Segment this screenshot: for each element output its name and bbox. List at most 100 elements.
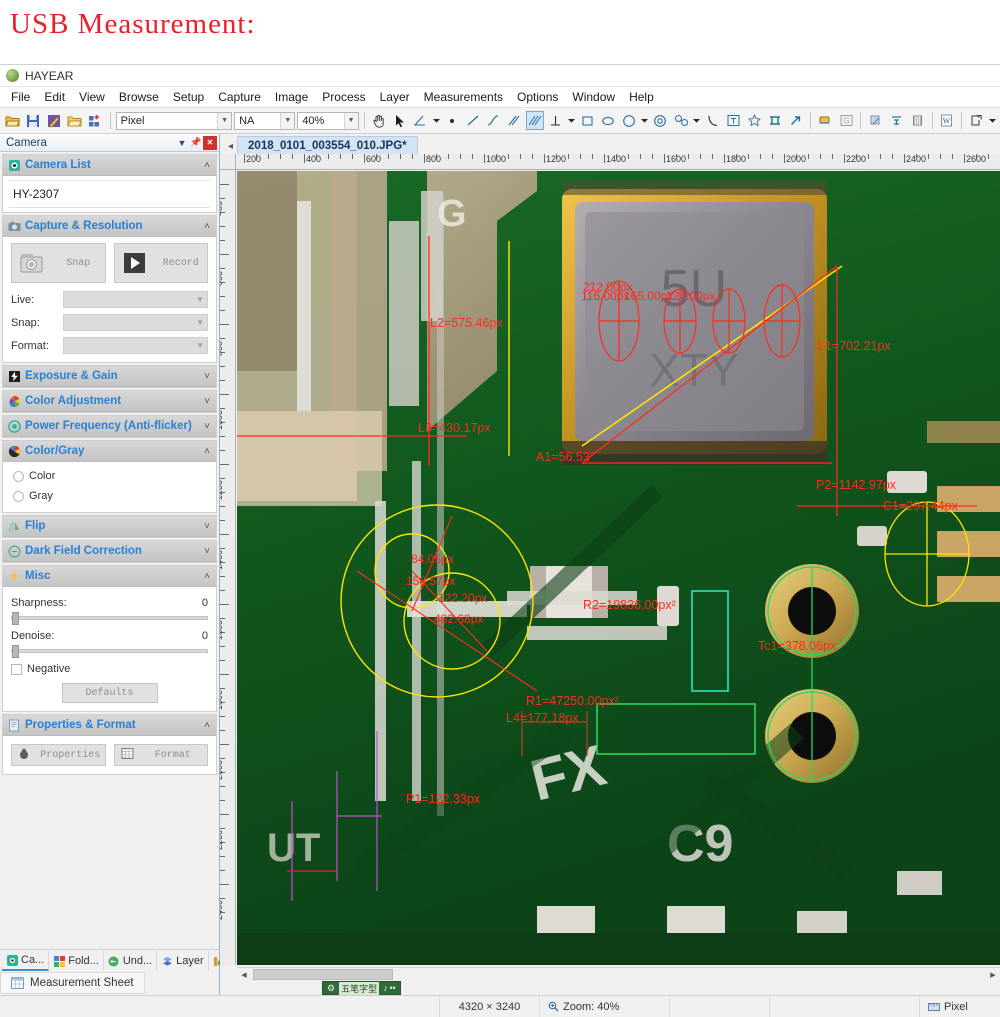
menu-process[interactable]: Process [315, 88, 372, 106]
measurement-sheet-tab[interactable]: Measurement Sheet [0, 972, 145, 994]
record-button[interactable]: Record [114, 243, 209, 283]
dock-tab-folder[interactable]: Fold... [49, 951, 104, 971]
menu-window[interactable]: Window [565, 88, 622, 106]
color-fill-icon[interactable] [816, 111, 835, 130]
polygon-star-icon[interactable] [745, 111, 764, 130]
pin-icon[interactable]: 📌 [189, 136, 203, 150]
menu-layer[interactable]: Layer [373, 88, 417, 106]
group-header-dark-field[interactable]: Dark Field Correction ˅ [3, 541, 216, 562]
snap-button[interactable]: Snap [11, 243, 106, 283]
calibrate-icon[interactable] [866, 111, 885, 130]
group-header-power-frequency[interactable]: Power Frequency (Anti-flicker) ˅ [3, 416, 216, 437]
group-header-camera-list[interactable]: Camera List ˄ [3, 155, 216, 176]
perpendicular-icon[interactable] [546, 111, 565, 130]
group-header-exposure-gain[interactable]: Exposure & Gain ˅ [3, 366, 216, 387]
menu-file[interactable]: File [4, 88, 37, 106]
circle-dropdown-icon[interactable] [640, 111, 649, 130]
properties-button[interactable]: Properties [11, 744, 106, 766]
select-arrow-icon[interactable] [390, 111, 409, 130]
scroll-left-arrow-icon[interactable]: ◀ [237, 968, 251, 982]
menu-view[interactable]: View [72, 88, 112, 106]
grayscale-g-icon[interactable]: G [837, 111, 856, 130]
parallel-lines-icon[interactable] [505, 111, 524, 130]
chevron-up-icon[interactable]: ˄ [204, 720, 212, 731]
menu-setup[interactable]: Setup [166, 88, 211, 106]
browse-folder-icon[interactable] [65, 111, 84, 130]
group-header-flip[interactable]: Flip ˅ [3, 516, 216, 537]
delete-all-icon[interactable] [908, 111, 927, 130]
snap-resolution-combo[interactable]: ▼ [63, 314, 208, 331]
arrow-icon[interactable] [786, 111, 805, 130]
point-icon[interactable] [443, 111, 462, 130]
ime-tools-icon[interactable]: ♪ •• [383, 983, 396, 993]
zoom-combo[interactable]: 40% ▼ [297, 112, 358, 130]
dropdown-icon[interactable]: ▼ [175, 136, 189, 150]
unit-combo[interactable]: Pixel ▼ [116, 112, 232, 130]
pan-hand-icon[interactable] [370, 111, 389, 130]
chevron-down-icon[interactable]: ˅ [204, 371, 212, 382]
camera-list-item[interactable]: HY-2307 [9, 180, 210, 208]
horizontal-scrollbar[interactable]: ◀ ▶ [237, 967, 1000, 981]
format-combo[interactable]: ▼ [63, 337, 208, 354]
text-icon[interactable] [724, 111, 743, 130]
new-grid-icon[interactable] [86, 111, 105, 130]
image-canvas[interactable]: 5U XTY [237, 171, 1000, 965]
copy-icon[interactable] [967, 111, 986, 130]
live-resolution-combo[interactable]: ▼ [63, 291, 208, 308]
annulus-icon[interactable] [651, 111, 670, 130]
ellipse-icon[interactable] [599, 111, 618, 130]
scale-bar-icon[interactable] [766, 111, 785, 130]
denoise-slider[interactable] [11, 649, 208, 653]
chevron-down-icon[interactable]: ˅ [204, 421, 212, 432]
two-circles-icon[interactable] [672, 111, 691, 130]
negative-checkbox[interactable]: Negative [11, 663, 208, 675]
menu-image[interactable]: Image [268, 88, 315, 106]
chevron-down-icon[interactable]: ˅ [204, 521, 212, 532]
menu-capture[interactable]: Capture [211, 88, 268, 106]
camera-panel-scroll[interactable]: Camera List ˄ HY-2307 Capture & Resoluti… [0, 152, 219, 949]
save-icon[interactable] [24, 111, 43, 130]
document-tab[interactable]: 2018_0101_003554_010.JPG* [237, 136, 418, 154]
multi-parallel-icon[interactable] [526, 111, 545, 130]
calibration-combo[interactable]: NA ▼ [234, 112, 295, 130]
dock-tab-undo[interactable]: Und... [104, 951, 157, 971]
chevron-up-icon[interactable]: ˄ [204, 571, 212, 582]
open-folder-icon[interactable] [3, 111, 22, 130]
chevron-down-icon[interactable]: ˅ [204, 546, 212, 557]
group-header-properties-format[interactable]: Properties & Format ˄ [3, 715, 216, 736]
line-icon[interactable] [463, 111, 482, 130]
perpendicular-dropdown-icon[interactable] [567, 111, 576, 130]
save-as-icon[interactable] [44, 111, 63, 130]
dock-tab-layer[interactable]: Layer [157, 951, 209, 971]
chevron-up-icon[interactable]: ˄ [204, 160, 212, 171]
two-circles-dropdown-icon[interactable] [692, 111, 701, 130]
menu-measurements[interactable]: Measurements [417, 88, 510, 106]
circle-icon[interactable] [619, 111, 638, 130]
tab-left-icon[interactable]: ◂ [228, 141, 237, 154]
chevron-up-icon[interactable]: ˄ [204, 221, 212, 232]
angle-dropdown-icon[interactable] [432, 111, 441, 130]
radio-gray[interactable]: Gray [11, 486, 208, 506]
scroll-right-arrow-icon[interactable]: ▶ [986, 968, 1000, 982]
slider-thumb[interactable] [12, 645, 19, 658]
rectangle-icon[interactable] [578, 111, 597, 130]
sharpness-slider[interactable] [11, 616, 208, 620]
dock-tab-camera[interactable]: Ca... [2, 951, 49, 971]
scrollbar-thumb[interactable] [253, 969, 393, 980]
menu-options[interactable]: Options [510, 88, 565, 106]
radio-color[interactable]: Color [11, 466, 208, 486]
chevron-down-icon[interactable]: ˅ [204, 396, 212, 407]
ime-switch-icon[interactable]: ⚙ [327, 983, 335, 994]
arbitrary-line-icon[interactable] [484, 111, 503, 130]
defaults-button[interactable]: Defaults [62, 683, 158, 703]
angle-icon[interactable] [411, 111, 430, 130]
slider-thumb[interactable] [12, 612, 19, 625]
ime-indicator[interactable]: ⚙ 五笔字型 ♪ •• [322, 981, 401, 995]
more-icon[interactable] [988, 111, 997, 130]
group-header-capture-resolution[interactable]: Capture & Resolution ˄ [3, 216, 216, 237]
group-header-color-adjustment[interactable]: Color Adjustment ˅ [3, 391, 216, 412]
chevron-up-icon[interactable]: ˄ [204, 446, 212, 457]
align-icon[interactable] [887, 111, 906, 130]
arc-icon[interactable] [703, 111, 722, 130]
menu-browse[interactable]: Browse [112, 88, 166, 106]
